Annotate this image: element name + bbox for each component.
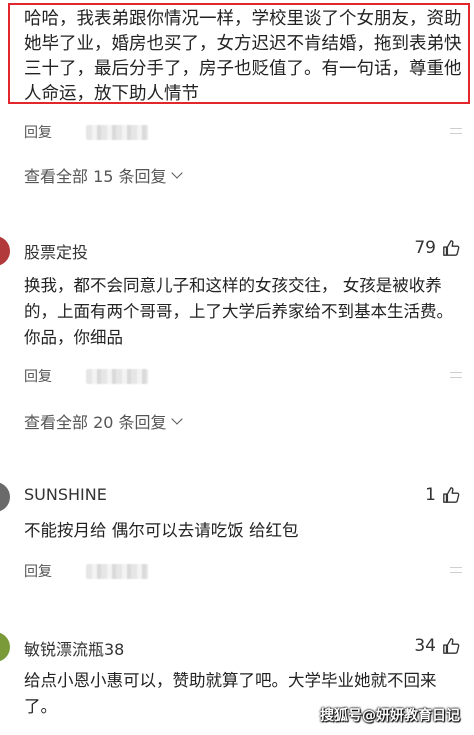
- reply-row: 回复: [24, 366, 148, 386]
- comment-text: 不能按月给 偶尔可以去请吃饭 给红包: [24, 521, 299, 540]
- menu-icon[interactable]: [450, 564, 462, 576]
- like-button[interactable]: 1: [425, 485, 460, 505]
- comment-username[interactable]: 股票定投: [24, 239, 88, 263]
- highlighted-comment-text: 哈哈，我表弟跟你情况一样，学校里谈了个女朋友，资助她毕了业，婚房也买了，女方迟迟…: [24, 9, 462, 104]
- comment-username[interactable]: 敏锐漂流瓶38: [24, 636, 124, 660]
- menu-icon[interactable]: [450, 369, 462, 381]
- blurred-content: [86, 124, 148, 140]
- view-all-replies-button[interactable]: 查看全部 15 条回复: [24, 163, 183, 187]
- menu-icon[interactable]: [450, 125, 462, 137]
- reply-button[interactable]: 回复: [24, 366, 52, 386]
- comment-text: 换我，都不会同意儿子和这样的女孩交往， 女孩是被收养的，上面有两个哥哥，上了大学…: [24, 276, 453, 347]
- reply-button[interactable]: 回复: [24, 561, 52, 581]
- comment-username[interactable]: SUNSHINE: [24, 485, 107, 504]
- chevron-down-icon: [170, 167, 183, 179]
- like-count: 34: [414, 636, 436, 656]
- reply-row: 回复: [24, 561, 148, 581]
- thumbs-up-icon: [443, 638, 460, 654]
- like-count: 79: [414, 238, 436, 258]
- avatar[interactable]: [0, 236, 10, 266]
- thumbs-up-icon: [443, 240, 460, 256]
- thumbs-up-icon: [443, 487, 460, 503]
- blurred-content: [86, 368, 148, 384]
- view-all-replies-label: 查看全部 15 条回复: [24, 167, 167, 186]
- blurred-content: [86, 563, 148, 579]
- like-button[interactable]: 34: [414, 636, 460, 656]
- reply-button[interactable]: 回复: [24, 122, 52, 142]
- reply-row: 回复: [24, 122, 148, 142]
- avatar[interactable]: [0, 482, 10, 512]
- like-count: 1: [425, 485, 436, 505]
- like-button[interactable]: 79: [414, 238, 460, 258]
- chevron-down-icon: [170, 413, 183, 425]
- avatar[interactable]: [0, 632, 10, 662]
- watermark: 搜狐号@妍妍教育日记: [320, 708, 460, 724]
- view-all-replies-button[interactable]: 查看全部 20 条回复: [24, 409, 183, 433]
- view-all-replies-label: 查看全部 20 条回复: [24, 413, 167, 432]
- highlighted-comment: 哈哈，我表弟跟你情况一样，学校里谈了个女朋友，资助她毕了业，婚房也买了，女方迟迟…: [8, 3, 470, 104]
